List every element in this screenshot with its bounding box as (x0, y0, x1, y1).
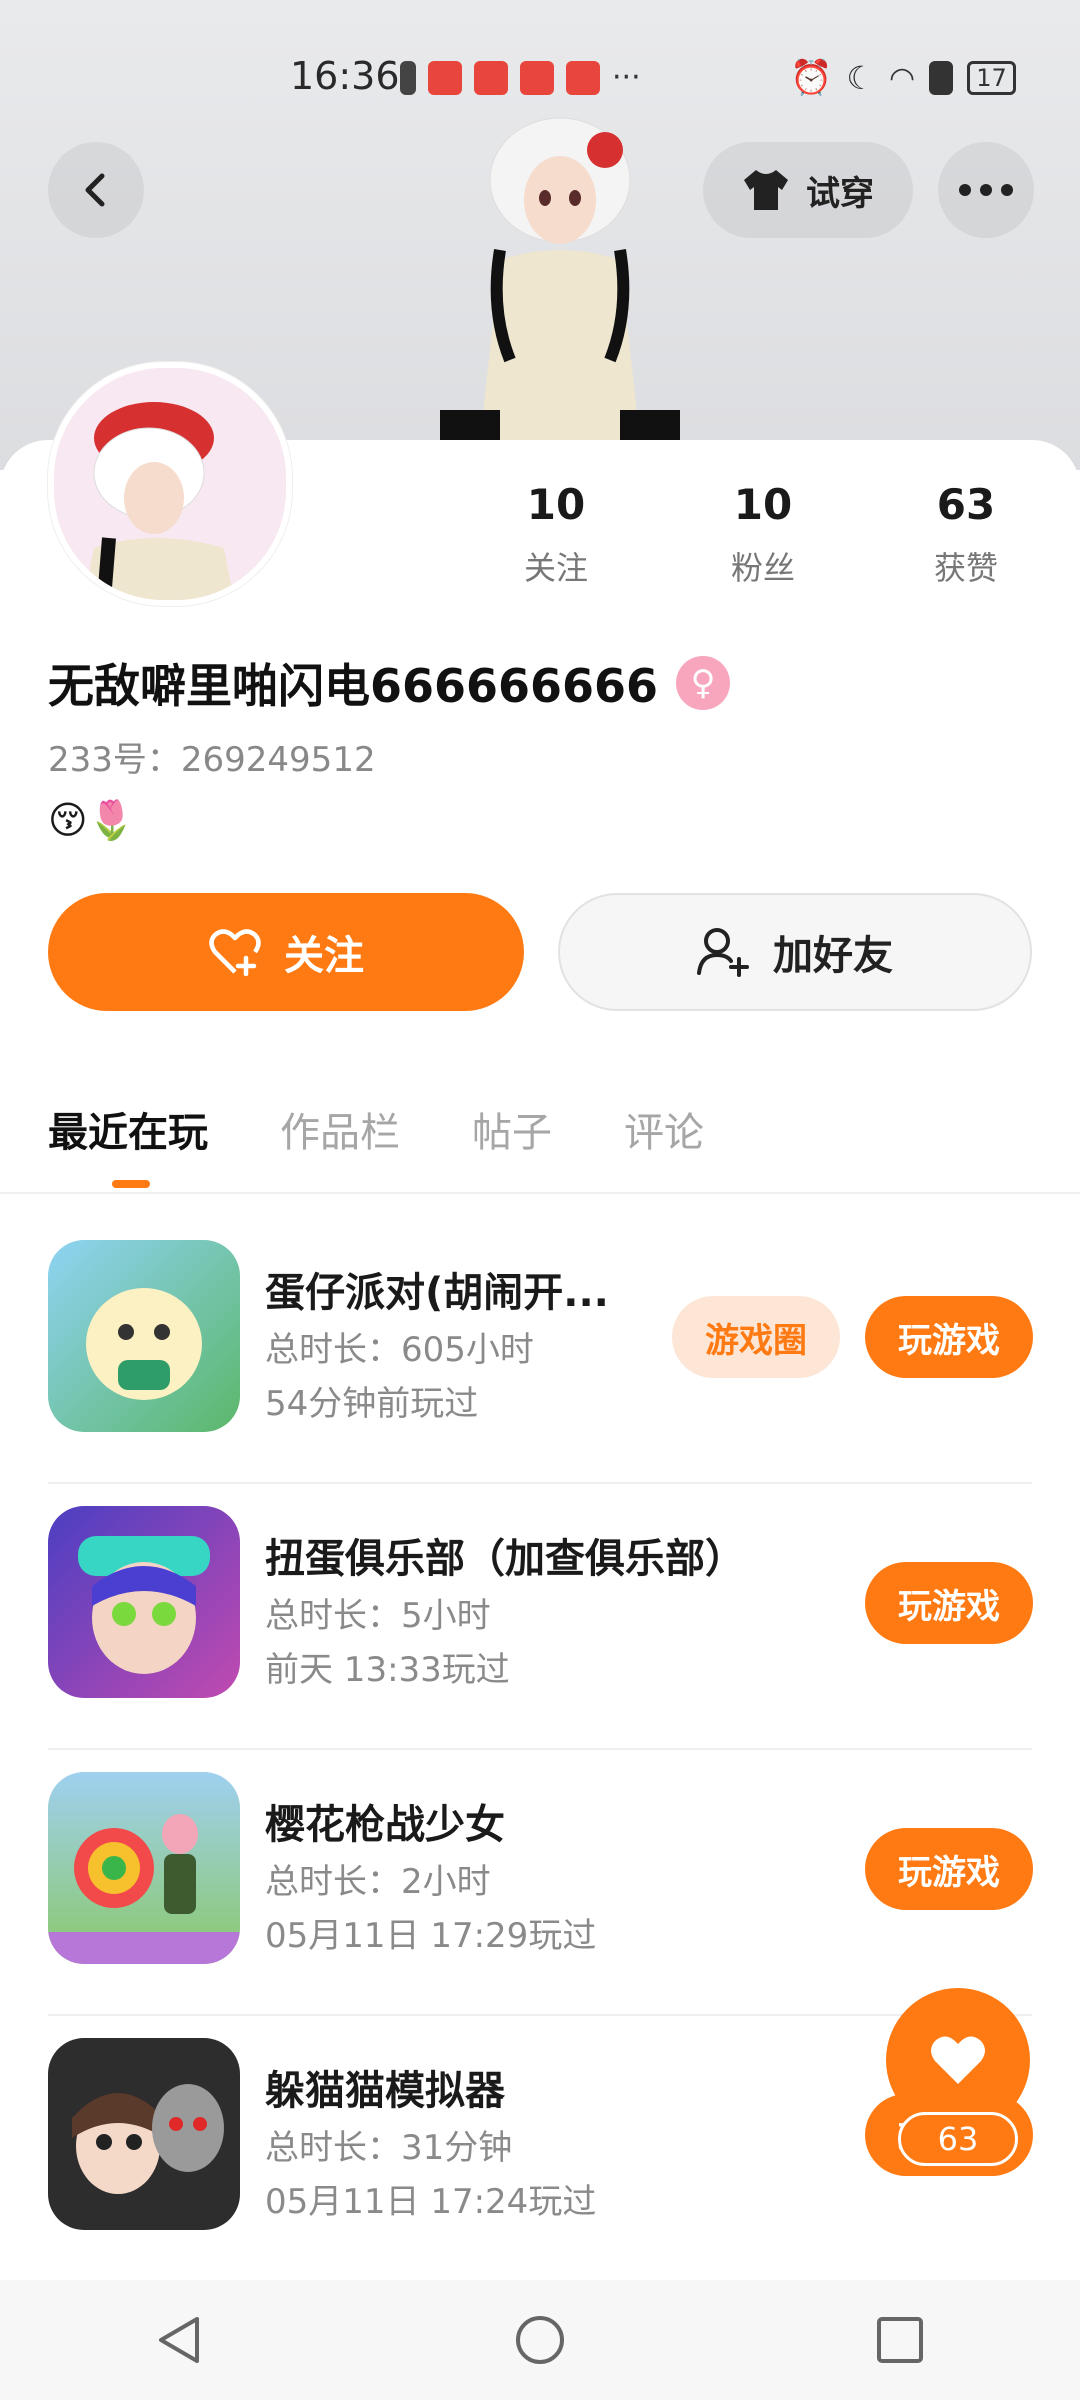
game-icon (48, 2038, 240, 2230)
game-last-played: 前天 13:33玩过 (265, 1650, 510, 1690)
stat-followers[interactable]: 10 粉丝 (693, 480, 833, 589)
tab-works[interactable]: 作品栏 (280, 1100, 400, 1158)
follow-label: 关注 (284, 933, 364, 979)
app-notification-icon (520, 60, 554, 95)
bio: 😚🌷 (48, 798, 135, 842)
tab-divider (0, 1192, 1080, 1194)
egg-party-icon (86, 1288, 202, 1400)
add-friend-button[interactable]: 加好友 (558, 893, 1032, 1011)
hide-and-seek-icon (72, 2084, 224, 2194)
game-last-played: 05月11日 17:24玩过 (265, 2182, 597, 2222)
play-game-button[interactable]: 玩游戏 (865, 1562, 1033, 1644)
heart-plus-icon (209, 929, 261, 976)
list-item[interactable]: 蛋仔派对(胡闹开... 总时长：605小时 54分钟前玩过 游戏圈 玩游戏 (0, 1218, 1080, 1484)
username: 无敌噼里啪闪电666666666 (48, 659, 659, 713)
followers-count: 10 (733, 480, 793, 529)
likes-count: 63 (936, 480, 996, 529)
game-title: 扭蛋俱乐部（加查俱乐部） (265, 1536, 745, 1582)
game-duration: 总时长：2小时 (265, 1862, 491, 1902)
user-id: 233号：269249512 (48, 740, 376, 780)
tab-indicator (112, 1180, 150, 1188)
add-friend-label: 加好友 (773, 933, 893, 979)
nav-back-icon[interactable] (153, 2313, 207, 2367)
warning-icon (929, 61, 954, 95)
app-notification-icon (566, 60, 600, 95)
game-last-played: 54分钟前玩过 (265, 1384, 479, 1424)
play-game-button[interactable]: 玩游戏 (865, 1296, 1033, 1378)
avatar-image (54, 368, 286, 600)
status-bar: 16:36 ··· ⏰ ☾ ◠ 17 (0, 40, 1080, 120)
list-item[interactable]: 樱花枪战少女 总时长：2小时 05月11日 17:29玩过 玩游戏 (0, 1750, 1080, 2016)
game-duration: 总时长：5小时 (265, 1596, 491, 1636)
app-notification-icon (474, 60, 508, 95)
more-dots-icon (959, 184, 1013, 196)
try-on-label: 试穿 (806, 173, 874, 214)
moon-icon: ☾ (846, 59, 876, 97)
more-notifications-icon: ··· (612, 60, 641, 95)
game-last-played: 05月11日 17:29玩过 (265, 1916, 597, 1956)
try-on-button[interactable]: 试穿 (703, 142, 913, 238)
wifi-icon: ◠ (889, 60, 916, 96)
likes-label: 获赞 (933, 549, 998, 587)
follow-button[interactable]: 关注 (48, 893, 524, 1011)
stat-likes[interactable]: 63 获赞 (896, 480, 1036, 589)
chevron-left-icon (85, 173, 105, 207)
battery-icon: 17 (967, 61, 1016, 95)
play-game-button[interactable]: 玩游戏 (865, 1828, 1033, 1910)
tab-posts[interactable]: 帖子 (472, 1100, 552, 1158)
game-circle-button[interactable]: 游戏圈 (672, 1296, 840, 1378)
game-title: 蛋仔派对(胡闹开... (265, 1270, 609, 1316)
list-item[interactable]: 扭蛋俱乐部（加查俱乐部） 总时长：5小时 前天 13:33玩过 玩游戏 (0, 1484, 1080, 1750)
avatar-character-figure (440, 117, 680, 470)
battery-alert-icon (400, 60, 416, 95)
tab-comments[interactable]: 评论 (624, 1100, 704, 1158)
game-icon (48, 1506, 240, 1698)
add-user-icon (697, 928, 749, 977)
like-button[interactable] (886, 1988, 1030, 2132)
game-duration: 总时长：31分钟 (265, 2128, 513, 2168)
game-title: 躲猫猫模拟器 (265, 2068, 505, 2114)
stat-following[interactable]: 10 关注 (486, 480, 626, 589)
tshirt-icon (744, 170, 788, 210)
tab-recently-played[interactable]: 最近在玩 (48, 1100, 208, 1158)
game-title: 樱花枪战少女 (265, 1802, 505, 1848)
avatar[interactable] (48, 362, 292, 606)
sakura-gun-girl-icon (48, 1814, 240, 1964)
book-app-icon (428, 60, 462, 95)
gacha-club-icon (78, 1536, 210, 1674)
profile-tabs: 最近在玩 作品栏 帖子 评论 (48, 1100, 704, 1158)
notification-icons: ··· (400, 60, 641, 95)
username-row: 无敌噼里啪闪电666666666 ♀ (48, 650, 731, 716)
following-count: 10 (526, 480, 586, 529)
game-duration: 总时长：605小时 (265, 1330, 534, 1370)
more-options-button[interactable] (938, 142, 1034, 238)
following-label: 关注 (523, 549, 588, 587)
female-gender-icon: ♀ (676, 656, 731, 710)
back-button[interactable] (48, 142, 144, 238)
system-nav-bar (0, 2280, 1080, 2400)
heart-icon (931, 2036, 985, 2084)
status-time: 16:36 (290, 54, 400, 98)
system-status-icons: ⏰ ☾ ◠ 17 (790, 58, 1016, 98)
like-count-badge: 63 (898, 2112, 1018, 2166)
alarm-icon: ⏰ (790, 58, 833, 98)
followers-label: 粉丝 (730, 549, 795, 587)
game-icon (48, 1240, 240, 1432)
nav-recents-icon[interactable] (873, 2313, 927, 2367)
game-icon (48, 1772, 240, 1964)
nav-home-icon[interactable] (513, 2313, 567, 2367)
